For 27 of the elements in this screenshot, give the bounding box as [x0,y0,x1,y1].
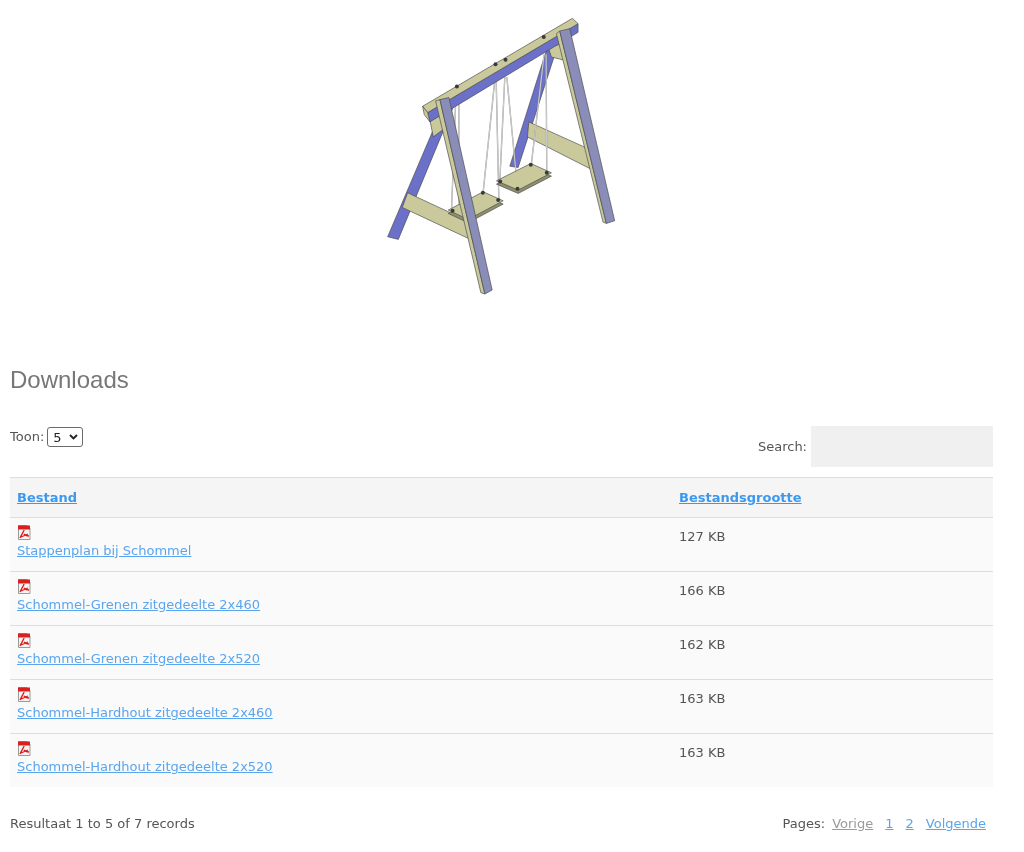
search-label: Search: [757,437,807,456]
page-size-select[interactable]: 5 [47,427,83,447]
file-link[interactable]: Stappenplan bij Schommel [17,542,192,560]
file-size-text: 166 KB [679,582,726,600]
column-header-link[interactable]: Bestandsgrootte [679,489,802,505]
column-header-link[interactable]: Bestand [17,489,77,505]
file-size-text: 127 KB [679,528,726,546]
chevron-down-icon [68,434,78,440]
page-size-label: Toon: [10,428,45,446]
pagination-link[interactable]: 2 [905,815,914,833]
file-link[interactable]: Schommel-Hardhout zitgedeelte 2x520 [17,758,273,776]
pdf-file-icon [17,741,31,756]
file-link[interactable]: Schommel-Hardhout zitgedeelte 2x460 [17,704,273,722]
section-heading: Downloads [10,366,130,394]
pdf-file-icon [17,579,31,594]
file-size-text: 163 KB [679,744,726,762]
pdf-file-icon [17,687,31,702]
results-summary: Resultaat 1 to 5 of 7 records [10,815,195,833]
file-link[interactable]: Schommel-Grenen zitgedeelte 2x520 [17,650,261,668]
file-size-text: 163 KB [679,690,726,708]
file-size-text: 162 KB [679,636,726,654]
pdf-file-icon [17,633,31,648]
pagination-link[interactable]: 1 [885,815,894,833]
file-link[interactable]: Schommel-Grenen zitgedeelte 2x460 [17,596,261,614]
pages-label: Pages: [782,815,826,833]
pagination-link[interactable]: Volgende [925,815,986,833]
pdf-file-icon [17,525,31,540]
